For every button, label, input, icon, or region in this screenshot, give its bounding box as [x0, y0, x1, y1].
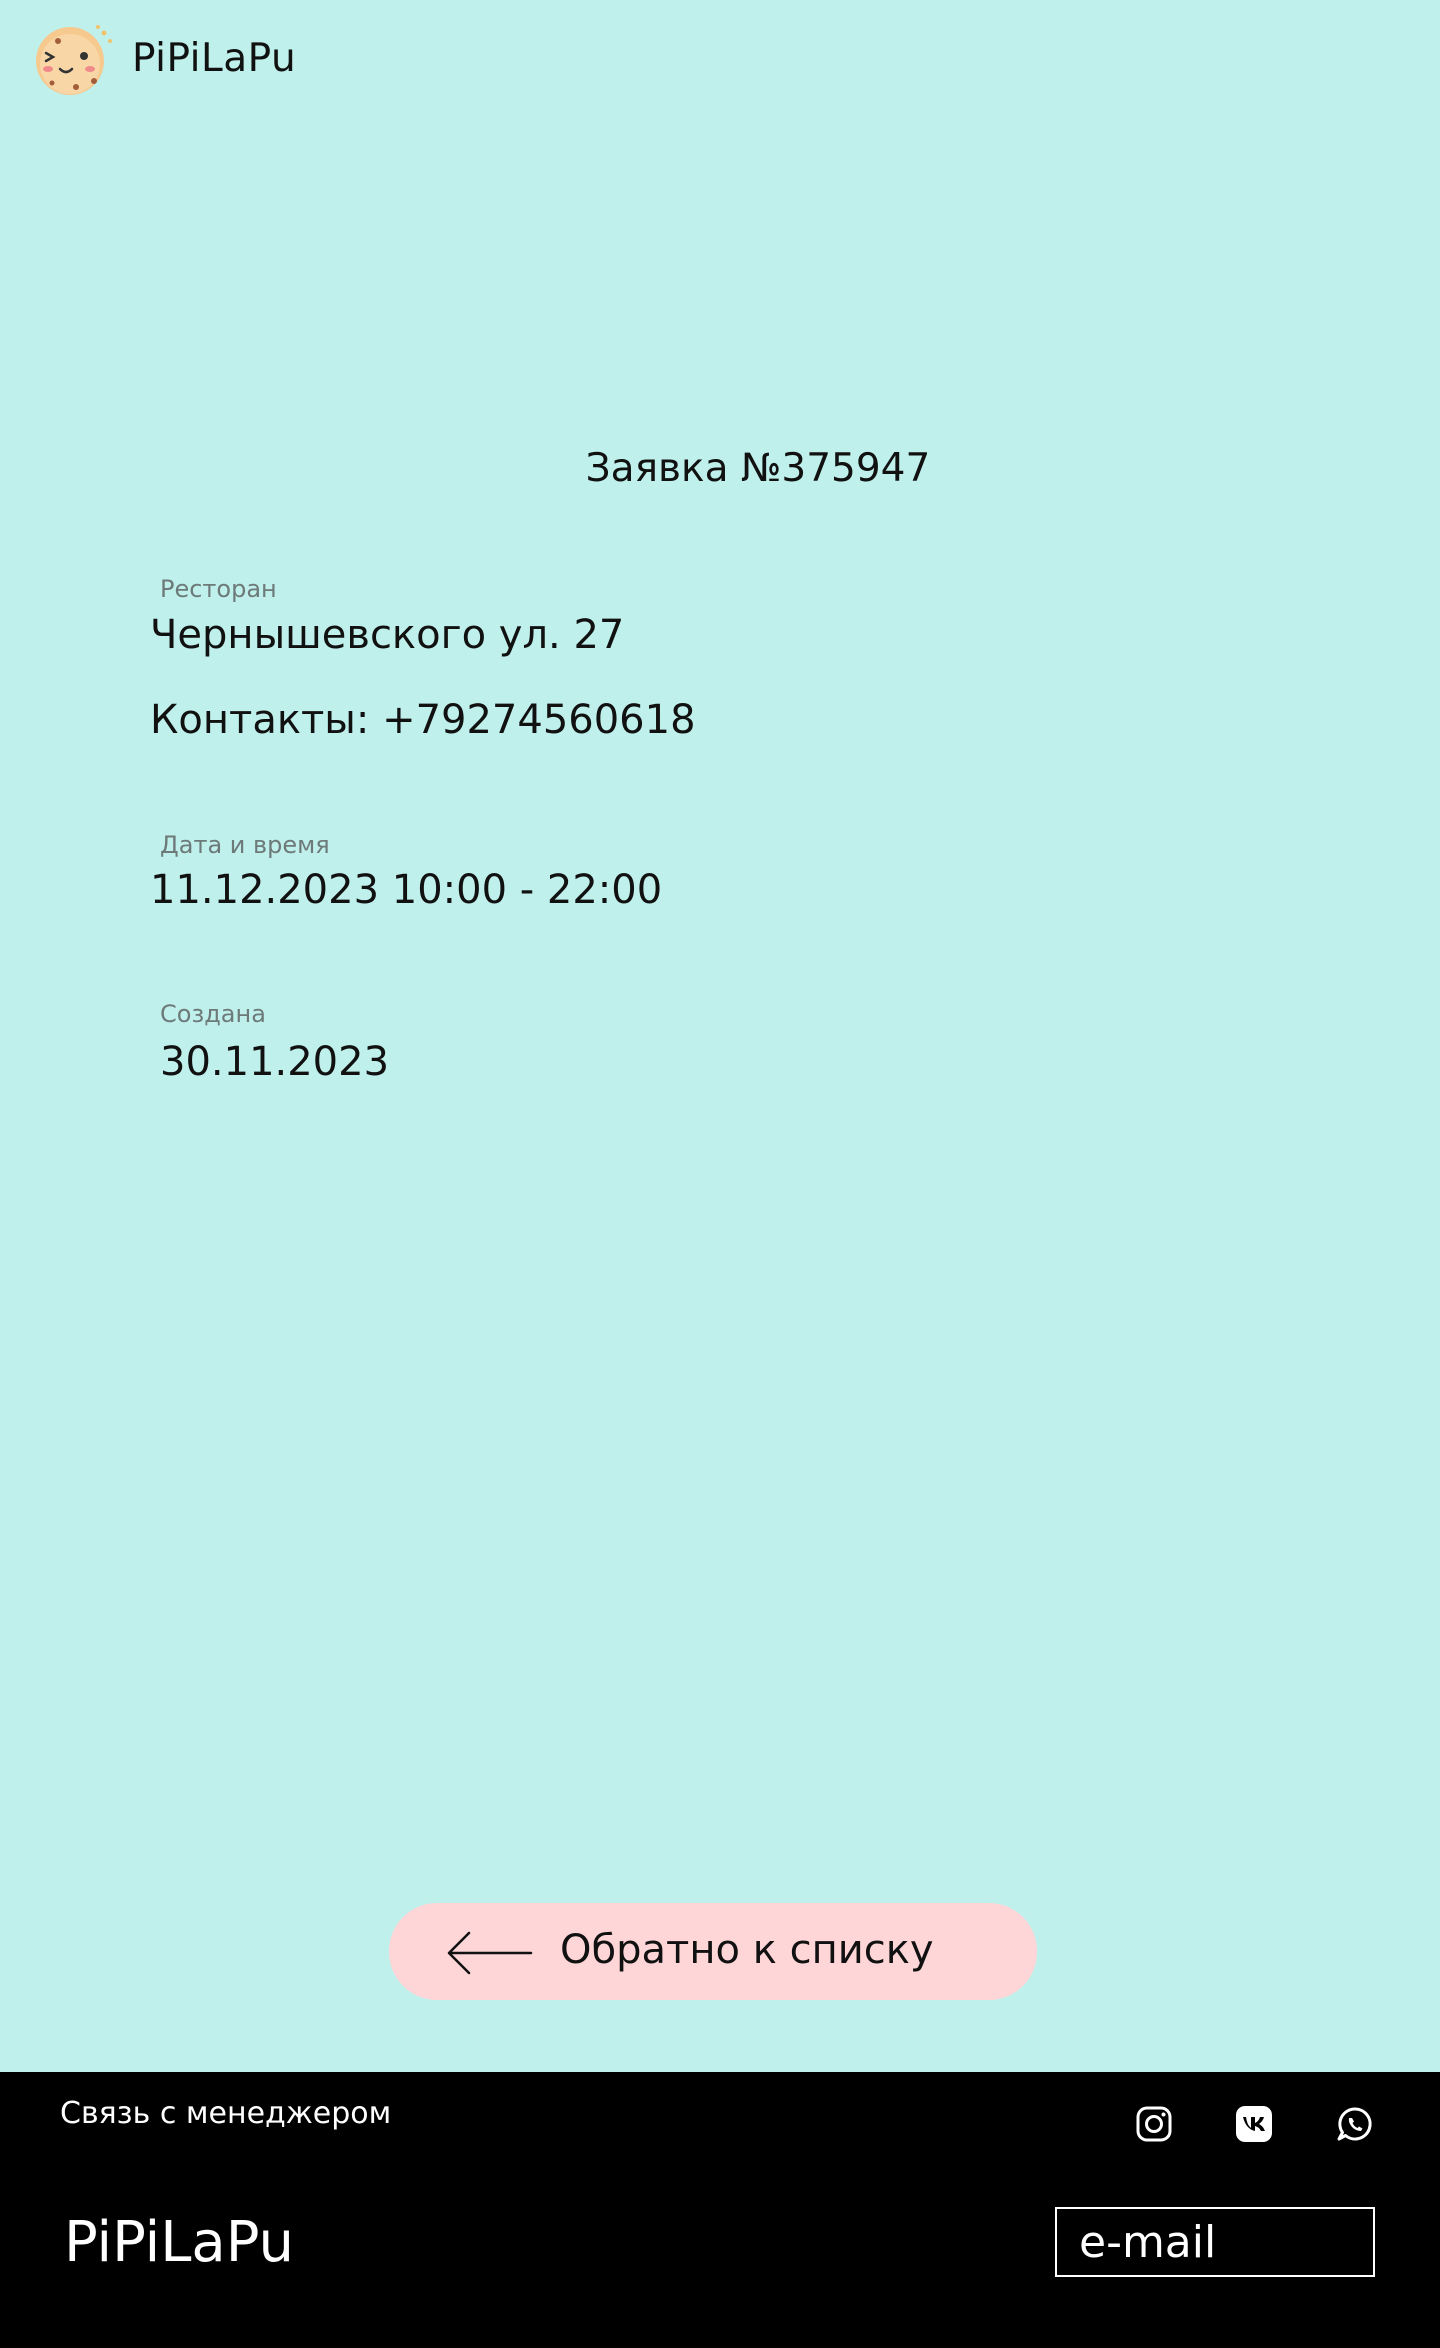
- email-field[interactable]: [1055, 2207, 1375, 2277]
- page-title: Заявка №375947: [585, 446, 931, 491]
- back-to-list-label: Обратно к списку: [560, 1927, 934, 1973]
- arrow-left-icon: [447, 1931, 533, 1975]
- contacts-value: Контакты: +79274560618: [150, 697, 696, 743]
- created-label: Создана: [160, 1000, 266, 1028]
- header: PiPiLaPu: [28, 18, 296, 98]
- footer: Связь с менеджером PiPiLaPu: [0, 2072, 1440, 2348]
- datetime-value: 11.12.2023 10:00 - 22:00: [150, 867, 663, 913]
- vk-icon[interactable]: [1232, 2102, 1276, 2146]
- restaurant-value: Чернышевского ул. 27: [150, 612, 625, 658]
- manager-contact-link[interactable]: Связь с менеджером: [60, 2096, 391, 2131]
- footer-brand[interactable]: PiPiLaPu: [64, 2210, 294, 2275]
- instagram-icon[interactable]: [1132, 2102, 1176, 2146]
- brand-name[interactable]: PiPiLaPu: [132, 36, 296, 81]
- datetime-label: Дата и время: [160, 831, 330, 859]
- back-to-list-button[interactable]: Обратно к списку: [389, 1903, 1037, 2000]
- whatsapp-icon[interactable]: [1333, 2102, 1377, 2146]
- cookie-icon[interactable]: [28, 19, 116, 97]
- created-value: 30.11.2023: [160, 1039, 390, 1085]
- restaurant-label: Ресторан: [160, 575, 277, 603]
